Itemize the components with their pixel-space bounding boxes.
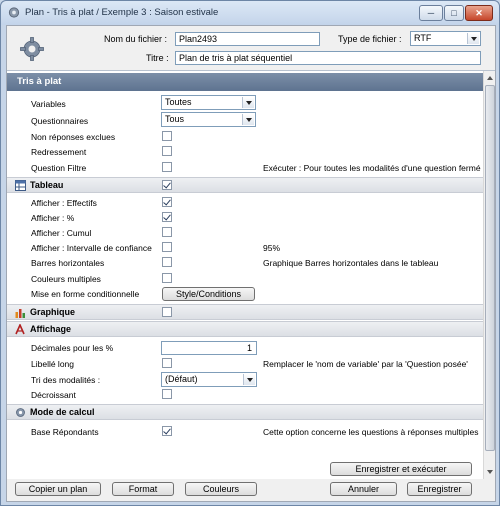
chevron-down-icon bbox=[467, 33, 479, 44]
effectifs-checkbox[interactable] bbox=[162, 197, 172, 207]
window-title: Plan - Tris à plat / Exemple 3 : Saison … bbox=[25, 7, 219, 18]
scroll-down-icon[interactable] bbox=[484, 467, 495, 477]
table-icon bbox=[15, 180, 26, 191]
colors-button[interactable]: Couleurs bbox=[185, 482, 257, 496]
copy-plan-button[interactable]: Copier un plan bbox=[15, 482, 101, 496]
libelle-long-checkbox[interactable] bbox=[162, 358, 172, 368]
gear-icon bbox=[20, 37, 44, 61]
style-conditions-button[interactable]: Style/Conditions bbox=[162, 287, 255, 301]
options-panel[interactable]: Tris à plat Variables Toutes Questionnai… bbox=[7, 70, 495, 479]
questionnaires-select[interactable]: Tous bbox=[161, 112, 256, 127]
variables-select[interactable]: Toutes bbox=[161, 95, 256, 110]
bar-chart-icon bbox=[15, 309, 25, 318]
couleurs-label: Couleurs multiples bbox=[31, 274, 101, 284]
question-filtre-label: Question Filtre bbox=[31, 163, 87, 173]
tri-modalites-value: (Défaut) bbox=[165, 374, 198, 384]
base-note: Cette option concerne les questions à ré… bbox=[263, 427, 479, 437]
pct-checkbox[interactable] bbox=[162, 212, 172, 222]
variables-label: Variables bbox=[31, 99, 66, 109]
barres-checkbox[interactable] bbox=[162, 257, 172, 267]
maximize-button[interactable]: □ bbox=[444, 5, 464, 21]
libelle-long-label: Libellé long bbox=[31, 359, 75, 369]
couleurs-checkbox[interactable] bbox=[162, 273, 172, 283]
cancel-button[interactable]: Annuler bbox=[330, 482, 397, 496]
save-button[interactable]: Enregistrer bbox=[407, 482, 472, 496]
minimize-button[interactable]: ─ bbox=[419, 5, 443, 21]
non-reponses-label: Non réponses exclues bbox=[31, 132, 116, 142]
save-and-run-button[interactable]: Enregistrer et exécuter bbox=[330, 462, 472, 476]
barres-note: Graphique Barres horizontales dans le ta… bbox=[263, 258, 439, 268]
section-graphique[interactable]: Graphique bbox=[7, 304, 483, 320]
intervalle-note: 95% bbox=[263, 243, 281, 253]
pct-label: Afficher : % bbox=[31, 213, 75, 223]
chevron-down-icon bbox=[243, 374, 255, 385]
text-style-icon bbox=[15, 324, 25, 335]
tri-modalites-select[interactable]: (Défaut) bbox=[161, 372, 257, 387]
non-reponses-checkbox[interactable] bbox=[162, 131, 172, 141]
format-button[interactable]: Format bbox=[112, 482, 174, 496]
plan-window: Plan - Tris à plat / Exemple 3 : Saison … bbox=[0, 0, 500, 506]
decroissant-checkbox[interactable] bbox=[162, 389, 172, 399]
filetype-value: RTF bbox=[414, 33, 432, 43]
gear-icon bbox=[16, 408, 25, 417]
intervalle-checkbox[interactable] bbox=[162, 242, 172, 252]
title-label: Titre : bbox=[146, 53, 169, 63]
section-tableau-title: Tableau bbox=[30, 180, 64, 190]
questionnaires-label: Questionnaires bbox=[31, 116, 89, 126]
close-button[interactable]: ✕ bbox=[465, 5, 493, 21]
section-tris-a-plat: Tris à plat bbox=[7, 73, 483, 91]
vertical-scrollbar[interactable] bbox=[483, 71, 495, 479]
questionnaires-value: Tous bbox=[165, 114, 185, 124]
question-filtre-checkbox[interactable] bbox=[162, 162, 172, 172]
chevron-down-icon bbox=[242, 97, 254, 108]
decroissant-label: Décroissant bbox=[31, 390, 76, 400]
filetype-select[interactable]: RTF bbox=[410, 31, 481, 46]
filetype-label: Type de fichier : bbox=[338, 34, 402, 44]
question-filtre-note: Exécuter : Pour toutes les modalités d'u… bbox=[263, 163, 481, 173]
client-area: Nom du fichier : Plan2493 Type de fichie… bbox=[6, 25, 496, 502]
variables-value: Toutes bbox=[165, 97, 192, 107]
libelle-long-note: Remplacer le 'nom de variable' par la 'Q… bbox=[263, 359, 468, 369]
chevron-down-icon bbox=[242, 114, 254, 125]
title-input[interactable]: Plan de tris à plat séquentiel bbox=[175, 51, 481, 65]
filename-label: Nom du fichier : bbox=[104, 34, 168, 44]
tri-modalites-label: Tri des modalités : bbox=[31, 375, 101, 385]
intervalle-label: Afficher : Intervalle de confiance bbox=[31, 243, 152, 253]
redressement-label: Redressement bbox=[31, 147, 87, 157]
section-mode-calcul[interactable]: Mode de calcul bbox=[7, 404, 483, 420]
gear-icon bbox=[8, 7, 20, 18]
effectifs-label: Afficher : Effectifs bbox=[31, 198, 97, 208]
section-tableau[interactable]: Tableau bbox=[7, 177, 483, 193]
base-checkbox[interactable] bbox=[162, 426, 172, 436]
filename-input[interactable]: Plan2493 bbox=[175, 32, 320, 46]
decimales-label: Décimales pour les % bbox=[31, 343, 114, 353]
file-header: Nom du fichier : Plan2493 Type de fichie… bbox=[7, 26, 495, 70]
title-bar[interactable]: Plan - Tris à plat / Exemple 3 : Saison … bbox=[1, 1, 499, 25]
cumul-checkbox[interactable] bbox=[162, 227, 172, 237]
scroll-up-icon[interactable] bbox=[484, 73, 495, 83]
decimales-input[interactable]: 1 bbox=[161, 341, 257, 355]
tableau-checkbox[interactable] bbox=[162, 180, 172, 190]
section-mode-calcul-title: Mode de calcul bbox=[30, 407, 95, 417]
barres-label: Barres horizontales bbox=[31, 258, 105, 268]
graphique-checkbox[interactable] bbox=[162, 307, 172, 317]
mise-en-forme-label: Mise en forme conditionnelle bbox=[31, 289, 140, 299]
base-label: Base Répondants bbox=[31, 427, 99, 437]
section-graphique-title: Graphique bbox=[30, 307, 76, 317]
cumul-label: Afficher : Cumul bbox=[31, 228, 92, 238]
scroll-thumb[interactable] bbox=[485, 85, 495, 451]
redressement-checkbox[interactable] bbox=[162, 146, 172, 156]
section-affichage-title: Affichage bbox=[30, 324, 72, 334]
section-affichage[interactable]: Affichage bbox=[7, 321, 483, 337]
